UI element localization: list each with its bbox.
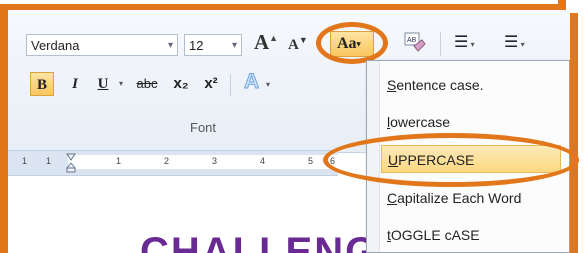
font-name-combobox[interactable]: Verdana ▾ [26, 34, 178, 56]
uppercase-highlight-ring [323, 133, 579, 187]
ruler-label: 1 [22, 156, 28, 166]
indent-marker-icon[interactable] [66, 153, 76, 173]
italic-button[interactable]: I [66, 72, 84, 96]
ruler-label: 3 [212, 156, 218, 166]
callout-frame-right [570, 13, 578, 253]
menu-item-sentence-case[interactable]: Sentence case. [387, 71, 567, 99]
numbering-icon: ☰ [504, 34, 519, 51]
underline-dropdown-icon[interactable]: ▾ [116, 72, 126, 96]
superscript-button[interactable]: x² [200, 72, 222, 96]
menu-item-toggle-case[interactable]: tOGGLE cASE [387, 221, 567, 249]
ribbon-separator [440, 32, 441, 56]
ruler-label: 1 [46, 156, 52, 166]
numbering-button[interactable]: ☰ ▾ [504, 32, 525, 52]
menu-item-accelerator: C [387, 190, 398, 206]
text-effects-button[interactable]: A [243, 70, 259, 94]
underline-button[interactable]: U [94, 72, 112, 96]
font-size-combobox[interactable]: 12 ▾ [184, 34, 242, 56]
ruler-label: 1 [116, 156, 122, 166]
menu-item-label: apitalize Each Word [397, 190, 522, 206]
strikethrough-button[interactable]: abc [132, 72, 162, 96]
font-size-value: 12 [189, 38, 204, 53]
shrink-font-button[interactable]: A▼ [288, 35, 308, 54]
menu-item-lowercase[interactable]: lowercase [387, 108, 567, 136]
font-group-label: Font [190, 120, 217, 135]
ruler-label: 5 [308, 156, 314, 166]
document-heading: CHALLENG [140, 232, 378, 253]
callout-frame-top [0, 0, 584, 10]
subscript-button[interactable]: x₂ [170, 72, 192, 96]
menu-item-label: OGGLE cASE [390, 227, 480, 243]
grow-font-icon: A [254, 30, 270, 54]
font-name-value: Verdana [31, 38, 80, 53]
font-size-dropdown-icon[interactable]: ▾ [232, 35, 237, 57]
bullets-icon: ☰ [454, 34, 469, 51]
callout-frame-left [0, 4, 8, 253]
menu-item-capitalize-each-word[interactable]: Capitalize Each Word [387, 184, 567, 212]
horizontal-ruler[interactable]: 1 1 1 2 3 4 5 6 [8, 150, 338, 176]
bullets-button[interactable]: ☰ ▾ [454, 32, 475, 52]
ruler-label: 2 [164, 156, 170, 166]
menu-item-accelerator: S [387, 77, 397, 93]
callout-frame-post [558, 0, 566, 10]
text-effects-dropdown-icon[interactable]: ▾ [266, 80, 270, 89]
shrink-font-icon: A [288, 37, 299, 53]
ruler-label: 4 [260, 156, 266, 166]
change-case-highlight-ring [316, 22, 388, 64]
menu-item-label: entence case. [396, 77, 484, 93]
menu-item-label: owercase [390, 114, 451, 130]
ribbon-separator [230, 74, 231, 96]
bold-button[interactable]: B [30, 72, 54, 96]
svg-text:AB: AB [407, 37, 417, 44]
clear-formatting-icon[interactable]: AB [404, 32, 426, 54]
font-name-dropdown-icon[interactable]: ▾ [168, 35, 173, 57]
grow-font-button[interactable]: A▲ [254, 30, 278, 55]
ruler-text-area [68, 155, 338, 169]
